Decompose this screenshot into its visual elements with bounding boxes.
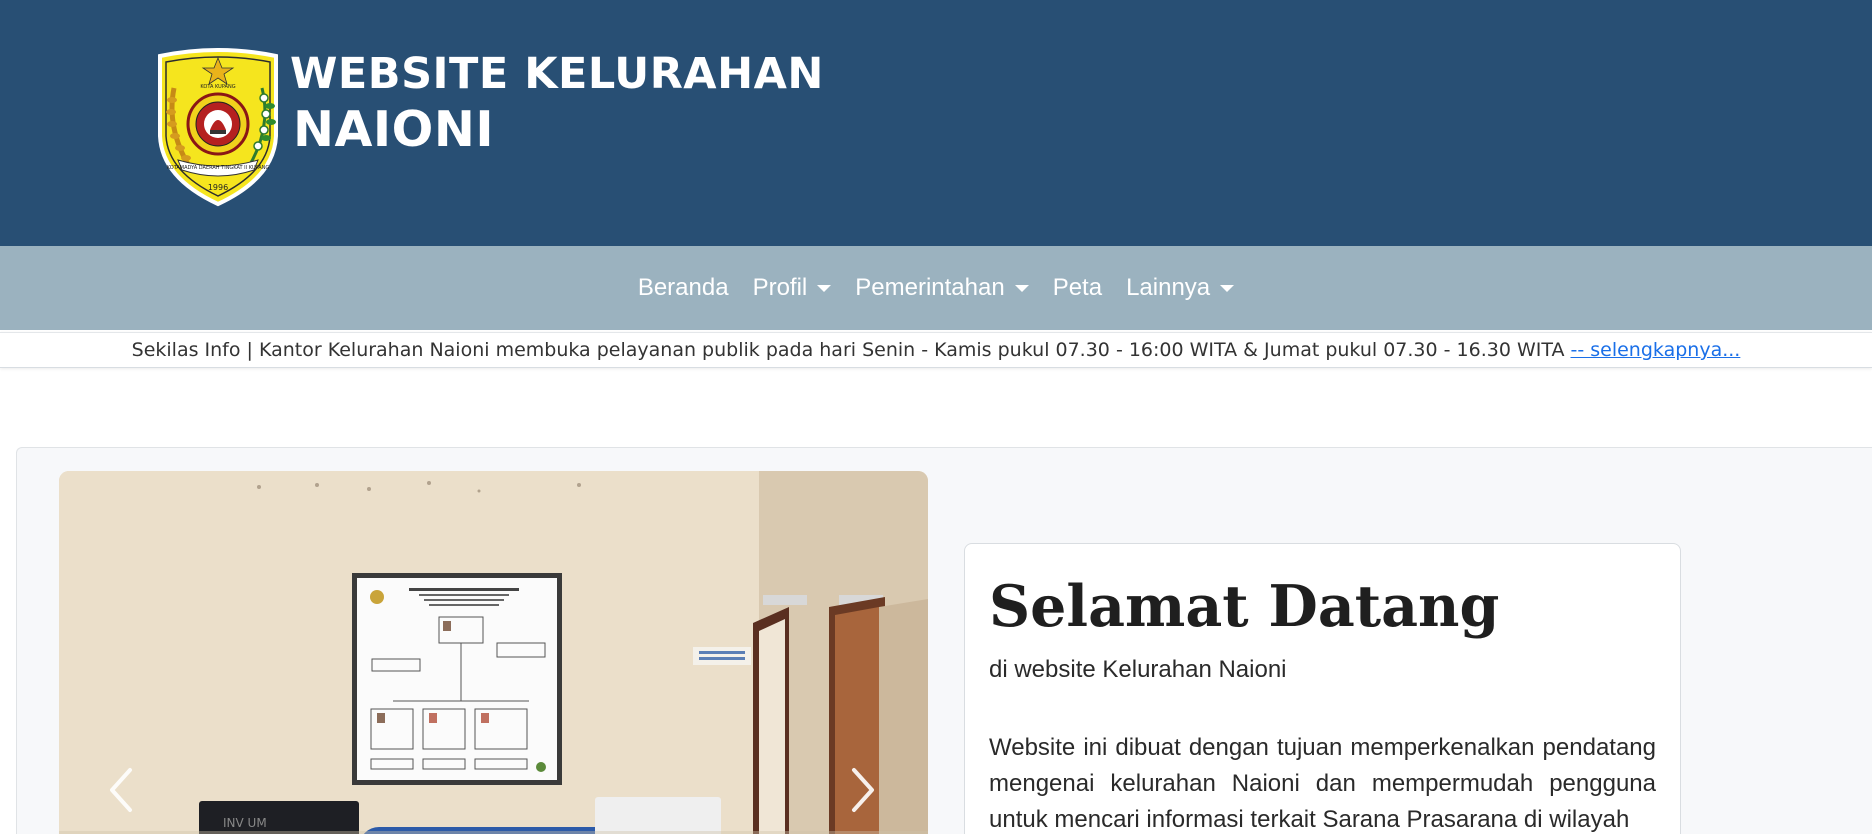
hero-carousel[interactable]: INV UM: [59, 471, 928, 834]
svg-text:INV UM: INV UM: [223, 816, 267, 830]
chevron-right-icon: [852, 768, 874, 812]
caret-down-icon: [817, 284, 832, 292]
site-title-line2: NAIONI: [293, 101, 495, 158]
site-title-line1: WEBSITE KELURAHAN: [290, 49, 824, 99]
welcome-subtitle: di website Kelurahan Naioni: [989, 656, 1287, 683]
site-header: KOTAMADYA DAERAH TINGKAT II KUPANG 1996 …: [0, 0, 1872, 246]
carousel-photo: INV UM: [59, 471, 928, 834]
nav-item-label: Profil: [752, 274, 808, 301]
carousel-next-button[interactable]: [836, 760, 886, 820]
info-ticker: Sekilas Info | Kantor Kelurahan Naioni m…: [0, 332, 1872, 368]
main-navbar: Beranda Profil Pemerintahan Peta Lainnya: [0, 246, 1872, 330]
logo-banner-text: KOTAMADYA DAERAH TINGKAT II KUPANG: [167, 165, 270, 171]
nav-item-profil[interactable]: Profil: [741, 274, 844, 302]
nav-item-peta[interactable]: Peta: [1041, 274, 1114, 302]
welcome-card: Selamat Datang di website Kelurahan Naio…: [964, 543, 1681, 834]
chevron-left-icon: [110, 768, 132, 812]
logo-top-text: KOTA KUPANG: [200, 84, 235, 90]
welcome-body-text: Website ini dibuat dengan tujuan memperk…: [989, 734, 1656, 833]
read-more-link[interactable]: -- selengkapnya...: [1571, 339, 1741, 361]
nav-item-label: Lainnya: [1126, 274, 1211, 301]
carousel-prev-button[interactable]: [98, 760, 148, 820]
caret-down-icon: [1014, 284, 1029, 292]
kota-kupang-emblem-icon[interactable]: KOTAMADYA DAERAH TINGKAT II KUPANG 1996 …: [152, 48, 284, 208]
nav-item-label: Pemerintahan: [855, 274, 1005, 301]
site-title[interactable]: WEBSITE KELURAHAN NAIONI: [290, 48, 824, 160]
info-ticker-text: Sekilas Info | Kantor Kelurahan Naioni m…: [131, 339, 1565, 361]
caret-down-icon: [1220, 284, 1235, 292]
nav-item-pemerintahan[interactable]: Pemerintahan: [843, 274, 1040, 302]
logo-year-text: 1996: [208, 183, 228, 192]
nav-item-label: Beranda: [637, 274, 729, 301]
nav-item-label: Peta: [1052, 274, 1103, 301]
welcome-title: Selamat Datang: [989, 573, 1500, 640]
nav-item-beranda[interactable]: Beranda: [626, 274, 741, 302]
nav-item-lainnya[interactable]: Lainnya: [1114, 274, 1246, 302]
